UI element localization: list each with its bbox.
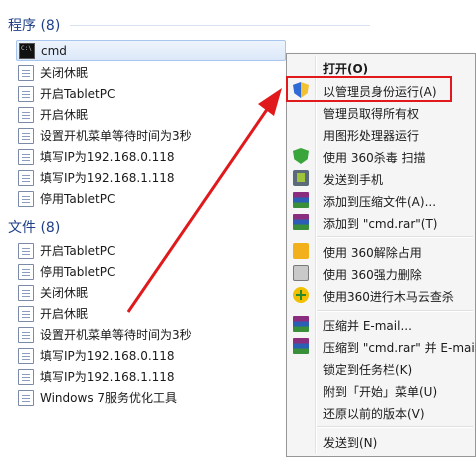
menu-item-pin-to-taskbar[interactable]: 锁定到任务栏(K): [289, 357, 473, 379]
file-icon: [18, 64, 34, 81]
file-icon: [18, 85, 34, 102]
menu-item-take-ownership[interactable]: 管理员取得所有权: [289, 101, 473, 123]
menu-item-360-scan[interactable]: 使用 360杀毒 扫描: [289, 145, 473, 167]
program-item-label: 填写IP为192.168.0.118: [40, 150, 175, 164]
menu-item-label: 打开(O): [323, 62, 369, 76]
menu-item-label: 锁定到任务栏(K): [323, 363, 413, 377]
menu-separator: [317, 236, 473, 238]
file-icon: [18, 284, 34, 301]
file-item-label: 设置开机菜单等待时间为3秒: [40, 328, 192, 342]
program-item[interactable]: 设置开机菜单等待时间为3秒: [18, 125, 192, 146]
shredder-icon: [293, 265, 309, 281]
menu-item-send-to-phone[interactable]: 发送到手机: [289, 167, 473, 189]
file-item-label: 停用TabletPC: [40, 265, 116, 279]
program-item-label: 设置开机菜单等待时间为3秒: [40, 129, 192, 143]
file-item-label: 开启休眠: [40, 307, 89, 321]
menu-item-label: 添加到压缩文件(A)...: [323, 195, 437, 209]
menu-item-add-to-archive[interactable]: 添加到压缩文件(A)...: [289, 189, 473, 211]
menu-item-label: 用图形处理器运行: [323, 129, 420, 143]
file-item[interactable]: 开启TabletPC: [18, 240, 115, 261]
menu-item-360-force-delete[interactable]: 使用 360强力删除: [289, 262, 473, 284]
menu-separator: [317, 426, 473, 428]
phone-icon: [293, 170, 309, 186]
menu-item-compress-email[interactable]: 压缩并 E-mail...: [289, 313, 473, 335]
program-item-label: 停用TabletPC: [40, 192, 116, 206]
menu-item-open[interactable]: 打开(O): [289, 56, 473, 78]
program-item[interactable]: 填写IP为192.168.0.118: [18, 146, 175, 167]
file-icon: [18, 263, 34, 280]
menu-item-add-to-cmd-rar[interactable]: 添加到 "cmd.rar"(T): [289, 211, 473, 233]
file-item-label: 填写IP为192.168.1.118: [40, 370, 175, 384]
group-divider: [70, 25, 370, 26]
winrar-icon: [293, 338, 309, 354]
program-item-label: 填写IP为192.168.1.118: [40, 171, 175, 185]
file-icon: [18, 347, 34, 364]
program-item[interactable]: 开启TabletPC: [18, 83, 115, 104]
file-item-label: 关闭休眠: [40, 286, 89, 300]
menu-item-run-with-gpu[interactable]: 用图形处理器运行: [289, 123, 473, 145]
file-icon: [18, 242, 34, 259]
menu-item-label: 附到「开始」菜单(U): [323, 385, 438, 399]
menu-item-360-trojan-scan[interactable]: 使用360进行木马云查杀: [289, 284, 473, 306]
file-icon: [18, 368, 34, 385]
files-header-label: 文件 (8): [8, 220, 61, 236]
360-plus-icon: [293, 287, 309, 303]
program-item-label: 开启休眠: [40, 108, 89, 122]
context-menu: 打开(O) 以管理员身份运行(A) 管理员取得所有权 用图形处理器运行 使用 3…: [286, 53, 476, 457]
menu-item-label: 使用 360杀毒 扫描: [323, 151, 426, 165]
menu-item-360-unlock[interactable]: 使用 360解除占用: [289, 240, 473, 262]
menu-item-label: 管理员取得所有权: [323, 107, 420, 121]
program-item-label: cmd: [41, 43, 67, 58]
menu-item-label: 发送到(N): [323, 436, 378, 450]
programs-group-header: 程序 (8): [8, 15, 60, 35]
winrar-icon: [293, 316, 309, 332]
file-icon: [18, 148, 34, 165]
file-item[interactable]: 设置开机菜单等待时间为3秒: [18, 324, 192, 345]
menu-item-label: 压缩到 "cmd.rar" 并 E-mail: [323, 341, 476, 355]
360-unlock-icon: [293, 243, 309, 259]
menu-item-label: 压缩并 E-mail...: [323, 319, 412, 333]
program-item[interactable]: 关闭休眠: [18, 62, 88, 83]
file-icon: [18, 127, 34, 144]
file-item[interactable]: 停用TabletPC: [18, 261, 115, 282]
menu-item-label: 使用 360解除占用: [323, 246, 422, 260]
menu-item-label: 发送到手机: [323, 173, 384, 187]
file-item[interactable]: 填写IP为192.168.1.118: [18, 366, 175, 387]
program-item-cmd[interactable]: cmd: [16, 40, 286, 61]
annotation-highlight-box: [286, 76, 452, 102]
menu-item-send-to[interactable]: 发送到(N): [289, 430, 473, 452]
menu-separator: [317, 310, 473, 312]
program-item[interactable]: 开启休眠: [18, 104, 88, 125]
file-item[interactable]: 开启休眠: [18, 303, 88, 324]
file-icon: [18, 389, 34, 406]
menu-item-restore-previous-versions[interactable]: 还原以前的版本(V): [289, 401, 473, 423]
menu-item-label: 还原以前的版本(V): [323, 407, 425, 421]
file-item[interactable]: 关闭休眠: [18, 282, 88, 303]
files-group-header: 文件 (8): [8, 217, 60, 237]
menu-item-compress-cmd-rar-email[interactable]: 压缩到 "cmd.rar" 并 E-mail: [289, 335, 476, 357]
file-icon: [18, 106, 34, 123]
360-shield-icon: [293, 148, 309, 164]
file-item[interactable]: Windows 7服务优化工具: [18, 387, 177, 408]
program-item[interactable]: 填写IP为192.168.1.118: [18, 167, 175, 188]
program-item-label: 关闭休眠: [40, 66, 89, 80]
menu-item-label: 添加到 "cmd.rar"(T): [323, 217, 438, 231]
cmd-icon: [19, 42, 35, 59]
programs-header-label: 程序 (8): [8, 18, 61, 34]
program-item-label: 开启TabletPC: [40, 87, 116, 101]
file-icon: [18, 190, 34, 207]
file-icon: [18, 169, 34, 186]
file-item-label: 开启TabletPC: [40, 244, 116, 258]
menu-item-label: 使用 360强力删除: [323, 268, 422, 282]
winrar-icon: [293, 214, 309, 230]
menu-item-label: 使用360进行木马云查杀: [323, 290, 454, 304]
file-icon: [18, 305, 34, 322]
file-item-label: 填写IP为192.168.0.118: [40, 349, 175, 363]
file-item-label: Windows 7服务优化工具: [40, 391, 178, 405]
program-item[interactable]: 停用TabletPC: [18, 188, 115, 209]
file-icon: [18, 326, 34, 343]
file-item[interactable]: 填写IP为192.168.0.118: [18, 345, 175, 366]
winrar-icon: [293, 192, 309, 208]
menu-item-pin-to-start-menu[interactable]: 附到「开始」菜单(U): [289, 379, 473, 401]
